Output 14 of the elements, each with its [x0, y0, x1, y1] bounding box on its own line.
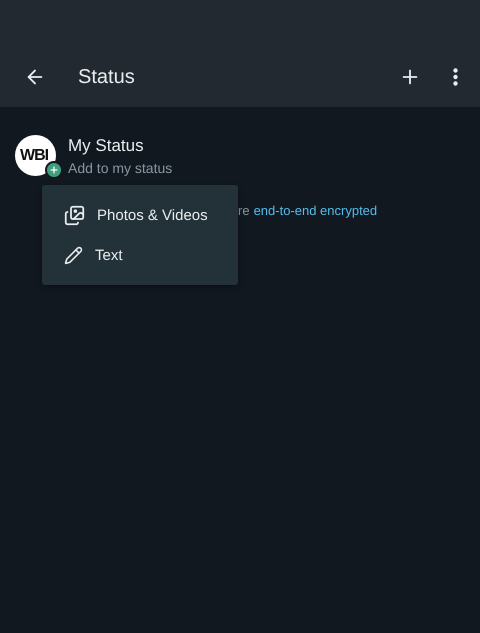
pencil-icon — [64, 246, 83, 264]
avatar-logo-text: WBI — [20, 146, 48, 164]
photos-icon — [64, 204, 85, 226]
menu-item[interactable]: Text — [42, 235, 238, 275]
header-title: Status — [78, 66, 136, 88]
more-vertical-icon — [453, 68, 458, 86]
add-status-badge — [45, 161, 63, 179]
menu-item[interactable]: Photos & Videos — [42, 195, 238, 235]
my-status-subtitle: Add to my status — [68, 160, 172, 176]
avatar[interactable]: WBI — [15, 135, 56, 176]
encryption-link[interactable]: end-to-end encrypted — [254, 203, 378, 218]
more-button[interactable] — [453, 68, 458, 86]
my-status-name: My Status — [68, 136, 145, 156]
notice-text: re — [238, 203, 250, 218]
